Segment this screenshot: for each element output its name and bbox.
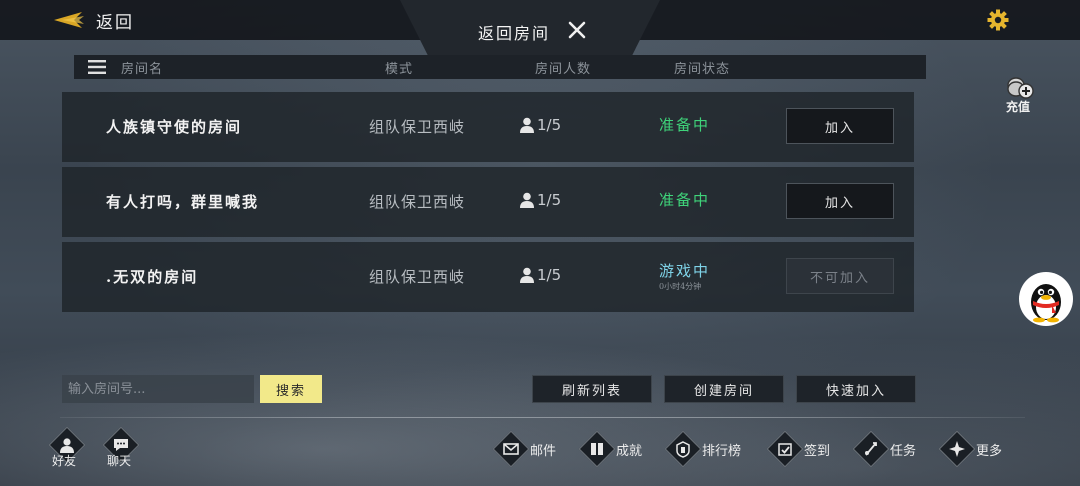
room-name: 有人打吗，群里喊我 <box>106 193 260 211</box>
chat-button[interactable]: 聊天 <box>102 426 140 470</box>
room-row[interactable]: 有人打吗，群里喊我 组队保卫西岐 1/5 准备中 加入 <box>62 167 914 237</box>
room-status: 准备中 <box>659 191 711 209</box>
search-button[interactable]: 搜索 <box>260 375 322 403</box>
leaderboard-label: 排行榜 <box>702 444 742 459</box>
join-button[interactable]: 加入 <box>786 108 894 144</box>
column-header-name: 房间名 <box>121 62 164 77</box>
room-count: 1/5 <box>537 116 562 134</box>
friends-label: 好友 <box>52 454 77 468</box>
checkin-label: 签到 <box>804 444 831 459</box>
task-icon <box>865 442 877 456</box>
create-room-button[interactable]: 创建房间 <box>664 375 784 403</box>
more-icon <box>949 441 965 457</box>
player-count: 1/5 <box>520 191 561 209</box>
checkin-icon <box>778 443 792 456</box>
room-row[interactable]: 人族镇守使的房间 组队保卫西岐 1/5 准备中 加入 <box>62 92 914 162</box>
column-header-count: 房间人数 <box>535 62 592 77</box>
room-count: 1/5 <box>537 266 562 284</box>
room-mode: 组队保卫西岐 <box>369 118 466 136</box>
person-icon <box>520 267 534 283</box>
mail-icon <box>503 443 519 455</box>
column-header-mode: 模式 <box>385 62 414 77</box>
room-status: 游戏中 <box>659 262 711 280</box>
join-disabled-button: 不可加入 <box>786 258 894 294</box>
back-label: 返回 <box>96 12 134 33</box>
column-header-status: 房间状态 <box>674 62 731 77</box>
qq-penguin-icon <box>1031 284 1061 323</box>
friends-button[interactable]: 好友 <box>48 426 86 470</box>
task-label: 任务 <box>890 444 917 459</box>
mail-button[interactable]: 邮件 <box>492 430 566 470</box>
close-icon[interactable] <box>566 19 588 41</box>
person-icon <box>520 117 534 133</box>
player-count: 1/5 <box>520 266 561 284</box>
chat-label: 聊天 <box>107 454 132 468</box>
room-mode: 组队保卫西岐 <box>369 193 466 211</box>
recharge-label: 充值 <box>1006 100 1031 114</box>
qq-penguin-button[interactable] <box>1019 272 1073 326</box>
divider <box>60 417 1025 418</box>
achievement-icon <box>591 443 603 455</box>
back-arrow-icon <box>54 12 84 28</box>
room-name: .无双的房间 <box>106 268 199 286</box>
menu-icon[interactable] <box>88 60 106 74</box>
checkin-button[interactable]: 签到 <box>766 430 840 470</box>
table-header: 房间名 模式 房间人数 房间状态 <box>74 55 926 79</box>
back-button[interactable]: 返回 <box>52 7 134 33</box>
page-title: 返回房间 <box>478 24 551 43</box>
achievement-button[interactable]: 成就 <box>578 430 652 470</box>
player-count: 1/5 <box>520 116 561 134</box>
more-label: 更多 <box>976 444 1003 459</box>
refresh-list-button[interactable]: 刷新列表 <box>532 375 652 403</box>
achievement-label: 成就 <box>616 444 643 459</box>
room-mode: 组队保卫西岐 <box>369 268 466 286</box>
quick-join-button[interactable]: 快速加入 <box>796 375 916 403</box>
leaderboard-button[interactable]: 排行榜 <box>664 430 752 470</box>
person-icon <box>520 192 534 208</box>
room-status: 准备中 <box>659 116 711 134</box>
room-name: 人族镇守使的房间 <box>106 118 243 136</box>
room-row[interactable]: .无双的房间 组队保卫西岐 1/5 游戏中 0小时4分钟 不可加入 <box>62 242 914 312</box>
room-number-input[interactable] <box>62 375 254 403</box>
leaderboard-icon <box>676 441 690 458</box>
mail-label: 邮件 <box>530 444 557 459</box>
game-elapsed-time: 0小时4分钟 <box>659 282 702 291</box>
gear-icon[interactable] <box>987 9 1009 31</box>
more-button[interactable]: 更多 <box>938 430 1012 470</box>
room-count: 1/5 <box>537 191 562 209</box>
task-button[interactable]: 任务 <box>852 430 926 470</box>
join-button[interactable]: 加入 <box>786 183 894 219</box>
